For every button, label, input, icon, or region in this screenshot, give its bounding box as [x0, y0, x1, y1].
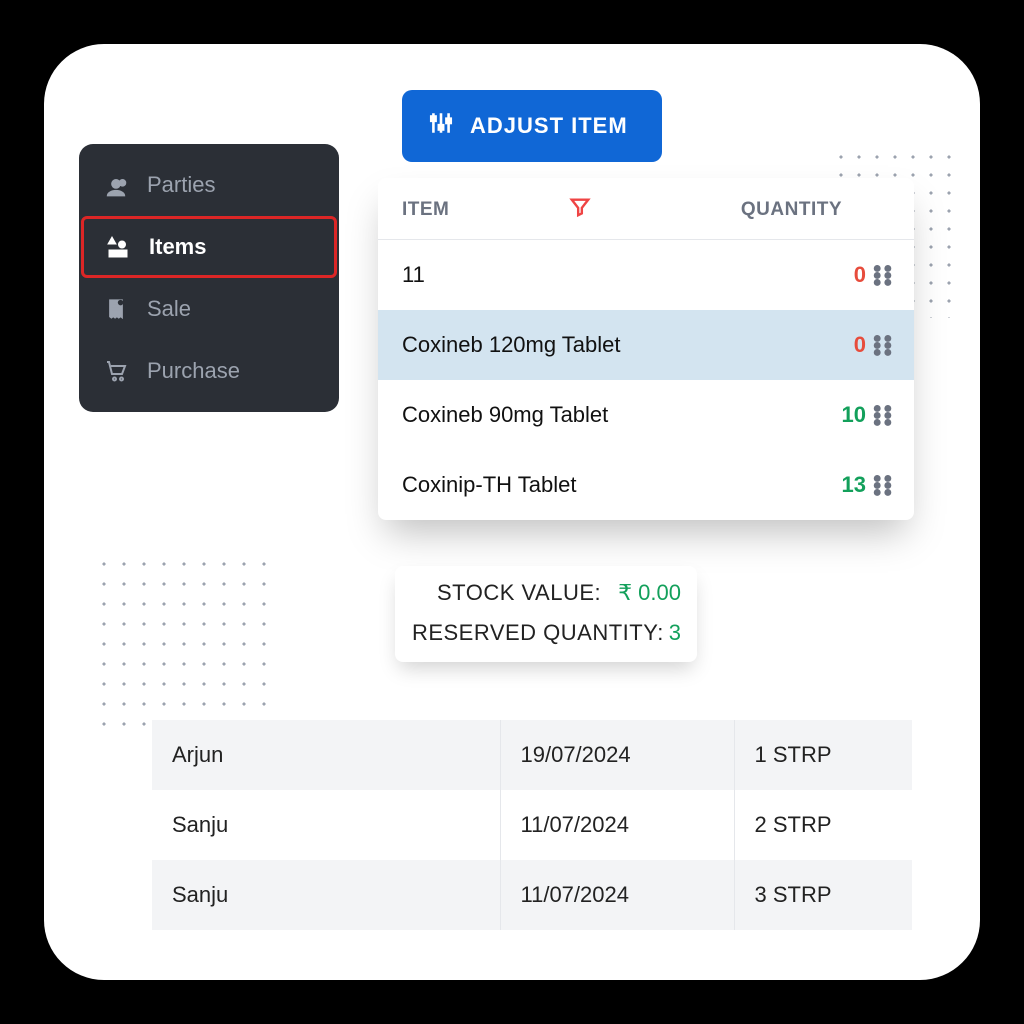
stock-value-label: STOCK VALUE: [437, 580, 601, 606]
drag-handle-icon[interactable]: ●●●●●● [866, 405, 900, 426]
adjust-item-label: ADJUST ITEM [470, 113, 628, 139]
table-row[interactable]: Sanju 11/07/2024 2 STRP [152, 790, 912, 860]
stock-value: ₹ 0.00 [618, 580, 681, 606]
sidebar-item-label: Items [149, 234, 206, 260]
sidebar-item-items[interactable]: Items [81, 216, 337, 278]
reserved-qty: 3 [669, 620, 681, 646]
item-row[interactable]: Coxinip-TH Tablet 13 ●●●●●● [378, 450, 914, 520]
reservation-name: Sanju [152, 790, 500, 860]
item-name: Coxinip-TH Tablet [402, 472, 810, 498]
sidebar-item-label: Sale [147, 296, 191, 322]
sidebar-item-sale[interactable]: Sale [79, 278, 339, 340]
item-qty: 0 [810, 332, 866, 358]
inventory-app-card: Parties Items Sale Purchase [44, 44, 980, 980]
item-row[interactable]: 11 0 ●●●●●● [378, 240, 914, 310]
reservation-qty: 1 STRP [734, 720, 912, 790]
users-icon [103, 172, 129, 198]
table-row[interactable]: Sanju 11/07/2024 3 STRP [152, 860, 912, 930]
item-qty: 0 [810, 262, 866, 288]
item-qty: 10 [810, 402, 866, 428]
item-row[interactable]: Coxineb 90mg Tablet 10 ●●●●●● [378, 380, 914, 450]
header-quantity: QUANTITY [741, 199, 842, 221]
filter-icon[interactable] [569, 196, 591, 223]
item-name: 11 [402, 262, 810, 288]
reservation-qty: 3 STRP [734, 860, 912, 930]
item-row[interactable]: Coxineb 120mg Tablet 0 ●●●●●● [378, 310, 914, 380]
sidebar-item-parties[interactable]: Parties [79, 154, 339, 216]
reservation-date: 11/07/2024 [500, 790, 734, 860]
stock-summary-card: STOCK VALUE: ₹ 0.00 RESERVED QUANTITY: 3 [395, 566, 697, 662]
drag-handle-icon[interactable]: ●●●●●● [866, 335, 900, 356]
sidebar-item-purchase[interactable]: Purchase [79, 340, 339, 402]
adjust-item-button[interactable]: ADJUST ITEM [402, 90, 662, 162]
reservations-table: Arjun 19/07/2024 1 STRP Sanju 11/07/2024… [152, 720, 912, 930]
receipt-icon [103, 296, 129, 322]
item-qty: 13 [810, 472, 866, 498]
sidebar: Parties Items Sale Purchase [79, 144, 339, 412]
reservation-date: 19/07/2024 [500, 720, 734, 790]
reserved-qty-row: RESERVED QUANTITY: 3 [411, 618, 681, 648]
items-table-header: ITEM QUANTITY [378, 178, 914, 240]
table-row[interactable]: Arjun 19/07/2024 1 STRP [152, 720, 912, 790]
header-item: ITEM [402, 199, 449, 221]
item-name: Coxineb 90mg Tablet [402, 402, 810, 428]
shapes-icon [105, 234, 131, 260]
sidebar-item-label: Parties [147, 172, 215, 198]
sidebar-item-label: Purchase [147, 358, 240, 384]
stock-value-row: STOCK VALUE: ₹ 0.00 [411, 578, 681, 608]
reservation-qty: 2 STRP [734, 790, 912, 860]
cart-icon [103, 358, 129, 384]
reserved-qty-label: RESERVED QUANTITY: [412, 620, 664, 646]
drag-handle-icon[interactable]: ●●●●●● [866, 265, 900, 286]
sliders-icon [428, 110, 454, 142]
reservation-name: Sanju [152, 860, 500, 930]
decorative-dots [94, 554, 274, 734]
reservation-date: 11/07/2024 [500, 860, 734, 930]
item-name: Coxineb 120mg Tablet [402, 332, 810, 358]
items-table-card: ITEM QUANTITY 11 0 ●●●●●● Coxineb 120mg … [378, 178, 914, 520]
reservation-name: Arjun [152, 720, 500, 790]
drag-handle-icon[interactable]: ●●●●●● [866, 475, 900, 496]
